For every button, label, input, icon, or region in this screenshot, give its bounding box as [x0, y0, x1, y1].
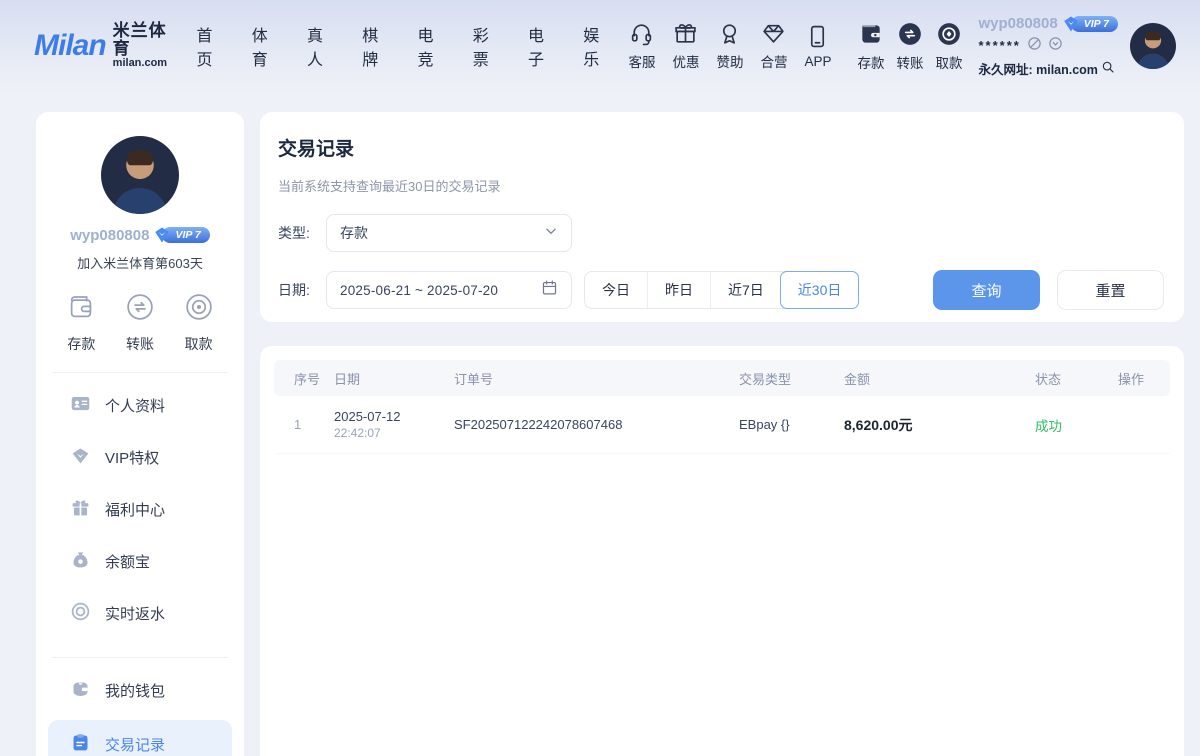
nav-sports[interactable]: 体育	[252, 22, 280, 70]
rebate-icon	[70, 601, 91, 626]
masked-balance: ******	[978, 42, 1020, 50]
row-type: EBpay {}	[731, 417, 836, 432]
permanent-url-label: 永久网址: milan.com	[978, 59, 1097, 78]
sidebar-item-wallet[interactable]: 我的钱包	[36, 664, 244, 716]
join-days-text: 加入米兰体育第603天	[36, 253, 244, 272]
filter-panel: 交易记录 当前系统支持查询最近30日的交易记录 类型: 存款 日期: 2025-…	[260, 112, 1184, 322]
withdraw-icon	[936, 21, 962, 47]
sponsor-button[interactable]: 赞助	[716, 21, 743, 71]
vip-badge: VIP 7	[1062, 15, 1118, 33]
date-label: 日期:	[278, 280, 326, 300]
reset-button[interactable]: 重置	[1057, 270, 1164, 310]
headset-icon	[629, 21, 654, 46]
money-bag-icon	[70, 549, 91, 574]
chevron-down-icon	[544, 224, 558, 243]
id-card-icon	[70, 393, 91, 418]
transfer-button[interactable]: 转账	[896, 21, 923, 72]
type-select[interactable]: 存款	[326, 214, 572, 252]
withdraw-icon	[184, 292, 214, 327]
nav-cards[interactable]: 棋牌	[362, 22, 390, 70]
search-button[interactable]: 查询	[933, 270, 1040, 310]
transfer-icon	[125, 292, 155, 327]
vip-badge: VIP 7	[153, 226, 209, 244]
row-index: 1	[274, 417, 326, 432]
range-7days-button[interactable]: 近7日	[710, 272, 781, 308]
main-nav: 首页 体育 真人 棋牌 电竞 彩票 电子 娱乐	[196, 22, 611, 70]
row-date: 2025-07-12 22:42:07	[326, 409, 446, 440]
partnership-button[interactable]: 合营	[760, 21, 787, 71]
username: wyp080808	[978, 15, 1057, 32]
clipboard-icon	[70, 732, 91, 756]
nav-slots[interactable]: 电子	[528, 22, 556, 70]
top-navbar: Milan 米兰体育 milan.com 首页 体育 真人 棋牌 电竞 彩票 电…	[0, 0, 1200, 92]
calendar-icon	[541, 279, 558, 301]
medal-icon	[717, 21, 742, 46]
nav-live[interactable]: 真人	[307, 22, 335, 70]
gift-icon	[673, 21, 698, 46]
deposit-button[interactable]: 存款	[857, 21, 884, 72]
sidebar-item-vip[interactable]: VIP特权	[36, 431, 244, 483]
gift-icon	[70, 497, 91, 522]
range-yesterday-button[interactable]: 昨日	[647, 272, 710, 308]
table-header: 序号 日期 订单号 交易类型 金额 状态 操作	[274, 360, 1170, 396]
divider	[52, 372, 228, 373]
site-logo[interactable]: Milan 米兰体育 milan.com	[34, 22, 174, 69]
nav-entertainment[interactable]: 娱乐	[583, 22, 611, 70]
nav-esports[interactable]: 电竞	[417, 22, 445, 70]
username: wyp080808	[70, 227, 149, 244]
logo-title: 米兰体育	[113, 22, 175, 58]
date-range-input[interactable]: 2025-06-21 ~ 2025-07-20	[326, 271, 572, 309]
transactions-table: 序号 日期 订单号 交易类型 金额 状态 操作 1 2025-07-12 22:…	[260, 346, 1184, 756]
gem-icon	[761, 21, 786, 46]
withdraw-button[interactable]: 取款	[935, 21, 962, 72]
logo-script: Milan	[34, 29, 106, 63]
page-subtitle: 当前系统支持查询最近30日的交易记录	[278, 176, 1164, 195]
refresh-balance-icon[interactable]	[1048, 36, 1063, 56]
customer-service-button[interactable]: 客服	[628, 21, 655, 71]
sidebar-item-transactions[interactable]: 交易记录	[48, 720, 232, 756]
sidebar-item-profile[interactable]: 个人资料	[36, 379, 244, 431]
vip-gem-icon	[70, 445, 91, 470]
sidebar-item-rebate[interactable]: 实时返水	[36, 587, 244, 639]
table-row: 1 2025-07-12 22:42:07 SF2025071222420786…	[274, 396, 1170, 454]
app-download-button[interactable]: APP	[804, 24, 831, 69]
range-today-button[interactable]: 今日	[585, 272, 647, 308]
row-amount: 8,620.00元	[844, 417, 913, 433]
divider	[52, 657, 228, 658]
range-30days-button[interactable]: 近30日	[780, 271, 860, 309]
wallet-icon	[858, 21, 884, 47]
type-label: 类型:	[278, 223, 326, 243]
profile-sidebar: wyp080808 VIP 7 加入米兰体育第603天 存款 转账	[36, 112, 244, 756]
withdraw-button[interactable]: 取款	[184, 292, 214, 354]
row-order-no: SF202507122242078607468	[446, 417, 731, 432]
phone-icon	[805, 24, 830, 49]
avatar[interactable]	[101, 136, 179, 214]
deposit-button[interactable]: 存款	[66, 292, 96, 354]
search-icon[interactable]	[1101, 60, 1115, 77]
page-title: 交易记录	[278, 134, 1164, 161]
row-status: 成功	[1035, 419, 1062, 434]
nav-lottery[interactable]: 彩票	[473, 22, 501, 70]
wallet-icon	[66, 292, 96, 327]
transfer-icon	[897, 21, 923, 47]
nav-home[interactable]: 首页	[196, 22, 224, 70]
user-info[interactable]: wyp080808 VIP 7 ******	[978, 15, 1118, 78]
logo-domain: milan.com	[113, 58, 175, 70]
purse-icon	[70, 678, 91, 703]
promotions-button[interactable]: 优惠	[672, 21, 699, 71]
eye-off-icon[interactable]	[1027, 36, 1042, 56]
avatar[interactable]	[1130, 23, 1176, 69]
sidebar-item-yuebao[interactable]: 余额宝	[36, 535, 244, 587]
date-range-presets: 今日 昨日 近7日 近30日	[584, 271, 859, 309]
main-content: 交易记录 当前系统支持查询最近30日的交易记录 类型: 存款 日期: 2025-…	[260, 112, 1184, 756]
sidebar-item-welfare[interactable]: 福利中心	[36, 483, 244, 535]
transfer-button[interactable]: 转账	[125, 292, 155, 354]
